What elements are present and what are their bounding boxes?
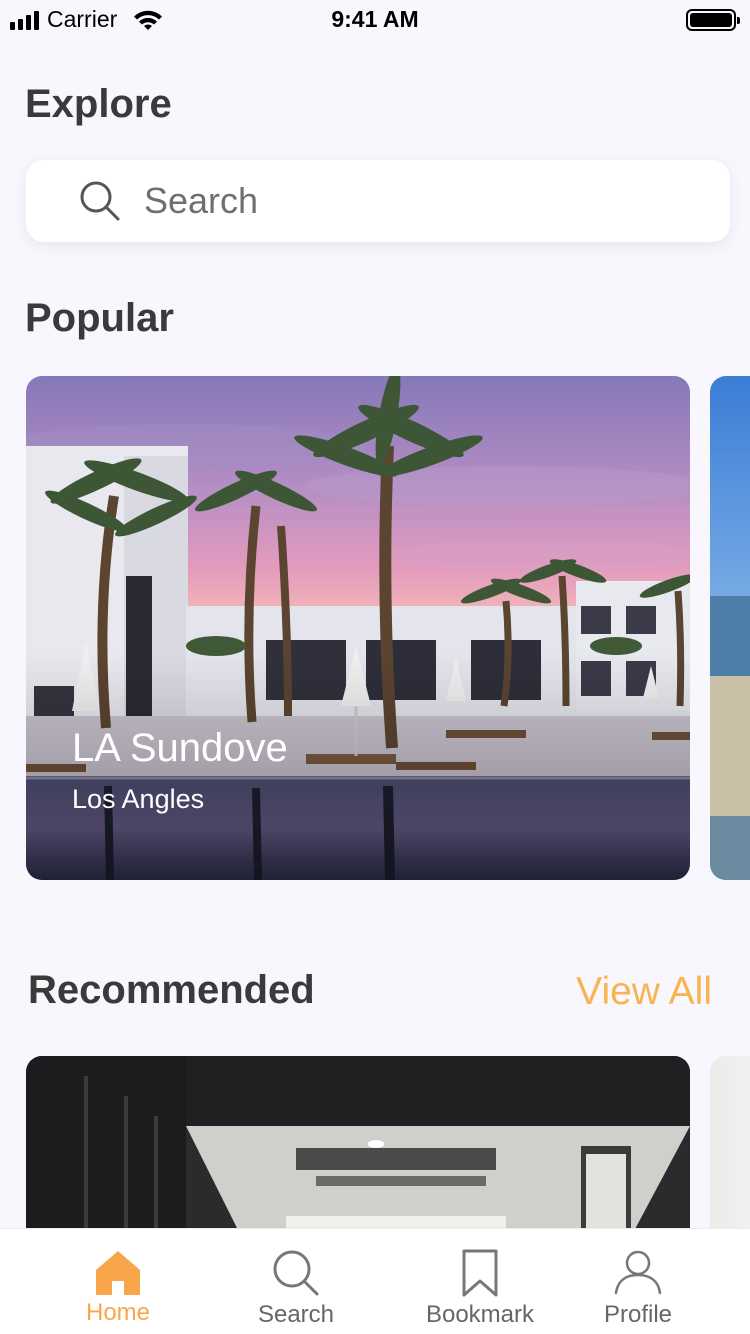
status-time: 9:41 AM [331, 6, 419, 32]
tab-label: Profile [603, 1301, 673, 1328]
page-title: Explore [25, 82, 172, 126]
tab-home[interactable]: Home [38, 1229, 198, 1334]
tab-bar: Home Search Bookmark Profile [0, 1228, 750, 1334]
recommended-card-image [26, 1056, 690, 1246]
home-icon [96, 1251, 140, 1295]
view-all-link[interactable]: View All [576, 970, 712, 1014]
bookmark-icon [462, 1249, 498, 1297]
search-bar[interactable] [26, 160, 730, 242]
card-title: LA Sundove [72, 726, 288, 770]
search-icon [80, 181, 120, 221]
tab-label: Search [257, 1301, 335, 1328]
card-location: Los Angles [72, 784, 205, 814]
recommended-heading: Recommended [28, 968, 315, 1012]
profile-icon [614, 1250, 662, 1295]
popular-card-next[interactable] [710, 376, 750, 880]
tab-bookmark[interactable]: Bookmark [400, 1229, 560, 1334]
tab-profile[interactable]: Profile [558, 1229, 718, 1334]
tab-label: Bookmark [425, 1301, 535, 1328]
popular-card-next-image [710, 376, 750, 880]
search-icon [273, 1250, 319, 1296]
search-input[interactable] [144, 180, 704, 222]
popular-card[interactable]: LA Sundove Los Angles [26, 376, 690, 880]
explore-screen: Carrier 9:41 AM Explore Popular [0, 0, 750, 1334]
tab-label: Home [85, 1299, 151, 1326]
recommended-card[interactable] [26, 1056, 690, 1246]
status-bar: Carrier 9:41 AM [0, 0, 750, 40]
battery-icon [686, 9, 740, 31]
recommended-card-next[interactable] [710, 1056, 750, 1246]
tab-search[interactable]: Search [216, 1229, 376, 1334]
popular-heading: Popular [25, 296, 174, 340]
